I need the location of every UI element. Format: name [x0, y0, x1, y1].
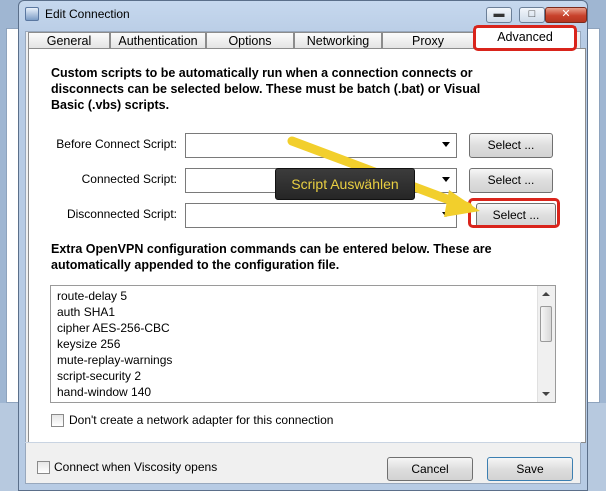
advanced-tab-highlight	[473, 25, 577, 51]
annotation-arrow	[287, 136, 480, 217]
annotation-tooltip: Script Auswählen	[275, 168, 415, 200]
arrow-head	[444, 190, 480, 217]
